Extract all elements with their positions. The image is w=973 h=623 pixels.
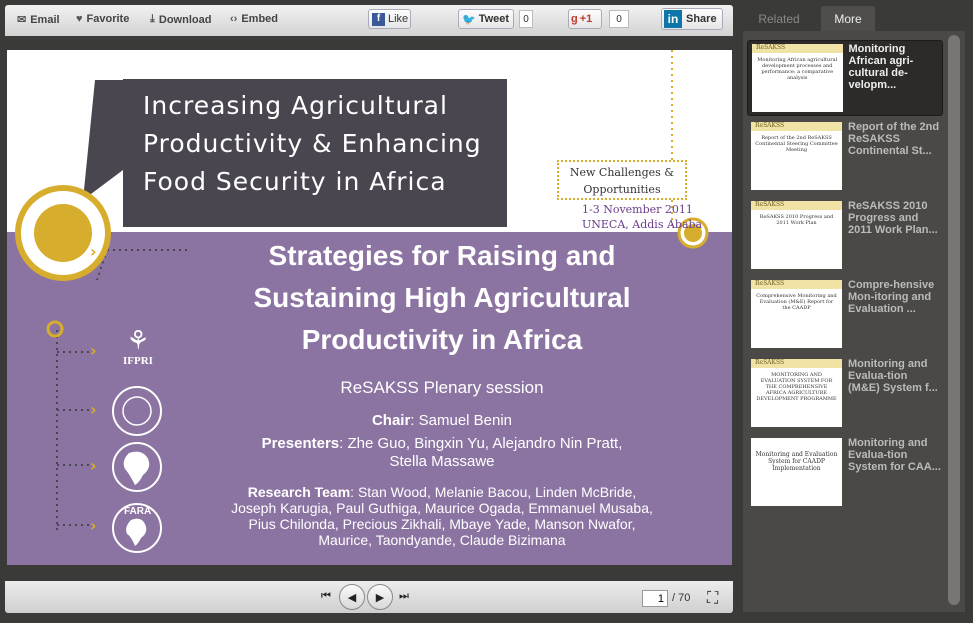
- un-emblem: [112, 386, 162, 436]
- related-item[interactable]: ReSAKSS ReSAKSS 2010 Progress and 2011 W…: [747, 198, 943, 274]
- page-total: / 70: [672, 592, 691, 604]
- panel-scrollbar[interactable]: [948, 35, 960, 605]
- slide-title-line-3: Productivity in Africa: [301, 324, 583, 355]
- session-label: ReSAKSS Plenary session: [340, 378, 544, 397]
- arrow-icon: ›: [90, 242, 97, 261]
- related-thumbnail: ReSAKSS MONITORING AND EVALUATION SYSTEM…: [751, 359, 842, 427]
- callout-line-1: New Challenges &: [569, 166, 675, 179]
- slide-header-box: Increasing Agricultural Productivity & E…: [123, 79, 507, 227]
- team-line-2: Joseph Karugia, Paul Guthiga, Maurice Og…: [231, 500, 653, 516]
- ifpri-logo: ⚘ IFPRI: [123, 326, 153, 367]
- presenters-names: : Zhe Guo, Bingxin Yu, Alejandro Nin Pra…: [339, 435, 623, 452]
- header-line-1: Increasing Agricultural: [143, 91, 448, 120]
- arrow-icon: ›: [90, 516, 97, 535]
- event-venue: UNECA, Addis Ababa: [582, 218, 703, 231]
- callout-box: New Challenges & Opportunities: [557, 160, 687, 200]
- share-label: Share: [686, 13, 717, 25]
- like-label: Like: [388, 13, 409, 25]
- gplus-button[interactable]: g +1: [568, 9, 602, 29]
- embed-button[interactable]: ‹› Embed: [230, 13, 278, 25]
- arrow-icon: ›: [90, 400, 97, 419]
- code-icon: ‹›: [230, 13, 238, 25]
- facebook-icon: f: [372, 12, 385, 26]
- title-pointer: [83, 80, 123, 200]
- slide-canvas: Increasing Agricultural Productivity & E…: [7, 50, 732, 565]
- arrow-icon: ›: [90, 456, 97, 475]
- page-number-input[interactable]: [642, 590, 668, 607]
- related-thumbnail: ReSAKSS Report of the 2nd ReSAKSS Contin…: [751, 122, 842, 190]
- chair-label: Chair: [371, 412, 411, 429]
- presenters-line-2: Stella Massawe: [389, 453, 495, 470]
- presenters-label: Presenters: [261, 435, 340, 452]
- team-names: : Stan Wood, Melanie Bacou, Linden McBri…: [350, 484, 637, 500]
- team-label: Research Team: [247, 484, 351, 500]
- related-title: Monitoring and Evalua-tion System for CA…: [848, 437, 941, 473]
- previous-slide-button[interactable]: ◀: [339, 584, 365, 610]
- chair-line: Chair: Samuel Benin: [207, 412, 677, 429]
- dotted-branches: [57, 351, 92, 526]
- related-title: ReSAKSS 2010 Progress and 2011 Work Plan…: [848, 200, 938, 236]
- team-line-4: Maurice, Taondyande, Claude Bizimana: [318, 532, 566, 548]
- linkedin-icon: in: [664, 10, 682, 28]
- arrow-icon: ›: [90, 341, 97, 360]
- header-line-3: Food Security in Africa: [143, 167, 447, 196]
- slide-navigation-bar: ⏮ ◀ ▶ ⏭ / 70 ⛶: [5, 581, 733, 613]
- email-button[interactable]: ✉ Email: [17, 13, 60, 27]
- toolbar: ✉ Email ♥ Favorite ⤓ Download ‹› Embed f…: [5, 5, 733, 36]
- tweet-button[interactable]: 🐦 Tweet: [458, 9, 514, 29]
- gplus-label: +1: [579, 13, 593, 25]
- related-thumbnail: ReSAKSS Comprehensive Monitoring and Eva…: [751, 280, 842, 348]
- tweet-label: Tweet: [478, 13, 510, 25]
- chair-name: : Samuel Benin: [410, 412, 513, 429]
- dotted-connector: [96, 249, 187, 281]
- first-slide-button[interactable]: ⏮: [321, 589, 331, 603]
- gplus-icon: g: [571, 13, 578, 25]
- envelope-icon: ✉: [17, 14, 27, 26]
- fara-logo-text: FARA: [124, 506, 152, 517]
- heart-icon: ♥: [76, 13, 83, 25]
- embed-label: Embed: [241, 13, 279, 25]
- related-title: Report of the 2nd ReSAKSS Continental St…: [848, 121, 940, 157]
- next-slide-button[interactable]: ▶: [367, 584, 393, 610]
- twitter-icon: 🐦: [462, 13, 476, 26]
- tab-more[interactable]: More: [821, 6, 875, 31]
- team-line-3: Pius Chilonda, Precious Zikhali, Mbaye Y…: [248, 516, 636, 532]
- related-item[interactable]: ReSAKSS MONITORING AND EVALUATION SYSTEM…: [747, 356, 943, 432]
- chevron-left-icon: ◀: [347, 590, 357, 604]
- gold-dot-large: [34, 204, 92, 262]
- team-line-1: Research Team: Stan Wood, Melanie Bacou,…: [207, 484, 677, 501]
- email-label: Email: [30, 13, 60, 26]
- gold-ring-small: [46, 320, 64, 338]
- related-thumbnail: ReSAKSS Monitoring African agricultural …: [752, 44, 843, 112]
- favorite-button[interactable]: ♥ Favorite: [76, 13, 129, 25]
- chevron-right-icon: ▶: [375, 590, 385, 604]
- gplus-count: 0: [609, 10, 629, 28]
- related-item[interactable]: ReSAKSS Monitoring African agricultural …: [747, 40, 943, 116]
- related-title: Compre-hensive Mon-itoring and Evaluatio…: [848, 279, 935, 315]
- tweet-count: 0: [519, 10, 533, 28]
- fullscreen-icon[interactable]: ⛶: [707, 588, 718, 608]
- ifpri-logo-text: IFPRI: [123, 355, 153, 367]
- related-title: Monitoring African agri-cultural de-velo…: [848, 43, 914, 91]
- event-date: 1-3 November 2011: [582, 203, 693, 216]
- last-slide-button[interactable]: ⏭: [399, 589, 409, 603]
- slide-title-line-1: Strategies for Raising and: [268, 240, 616, 271]
- linkedin-share-button[interactable]: in Share: [661, 8, 723, 30]
- tab-related[interactable]: Related: [744, 6, 814, 31]
- related-thumbnail: Monitoring and Evaluation System for CAA…: [751, 438, 842, 506]
- download-icon: ⤓: [150, 13, 155, 25]
- download-button[interactable]: ⤓ Download: [150, 13, 211, 26]
- related-thumbnail: ReSAKSS ReSAKSS 2010 Progress and 2011 W…: [751, 201, 842, 269]
- related-title: Monitoring and Evalua-tion (M&E) System …: [848, 358, 938, 394]
- header-line-2: Productivity & Enhancing: [143, 129, 482, 158]
- callout-line-2: Opportunities: [583, 183, 661, 196]
- presenters-line: Presenters: Zhe Guo, Bingxin Yu, Alejand…: [207, 435, 677, 452]
- related-item[interactable]: ReSAKSS Report of the 2nd ReSAKSS Contin…: [747, 119, 943, 195]
- slide-title-line-2: Sustaining High Agricultural: [253, 282, 631, 313]
- favorite-label: Favorite: [86, 13, 130, 25]
- related-item[interactable]: ReSAKSS Comprehensive Monitoring and Eva…: [747, 277, 943, 353]
- related-item[interactable]: Monitoring and Evaluation System for CAA…: [747, 435, 943, 511]
- download-label: Download: [158, 13, 212, 26]
- facebook-like-button[interactable]: f Like: [368, 9, 411, 29]
